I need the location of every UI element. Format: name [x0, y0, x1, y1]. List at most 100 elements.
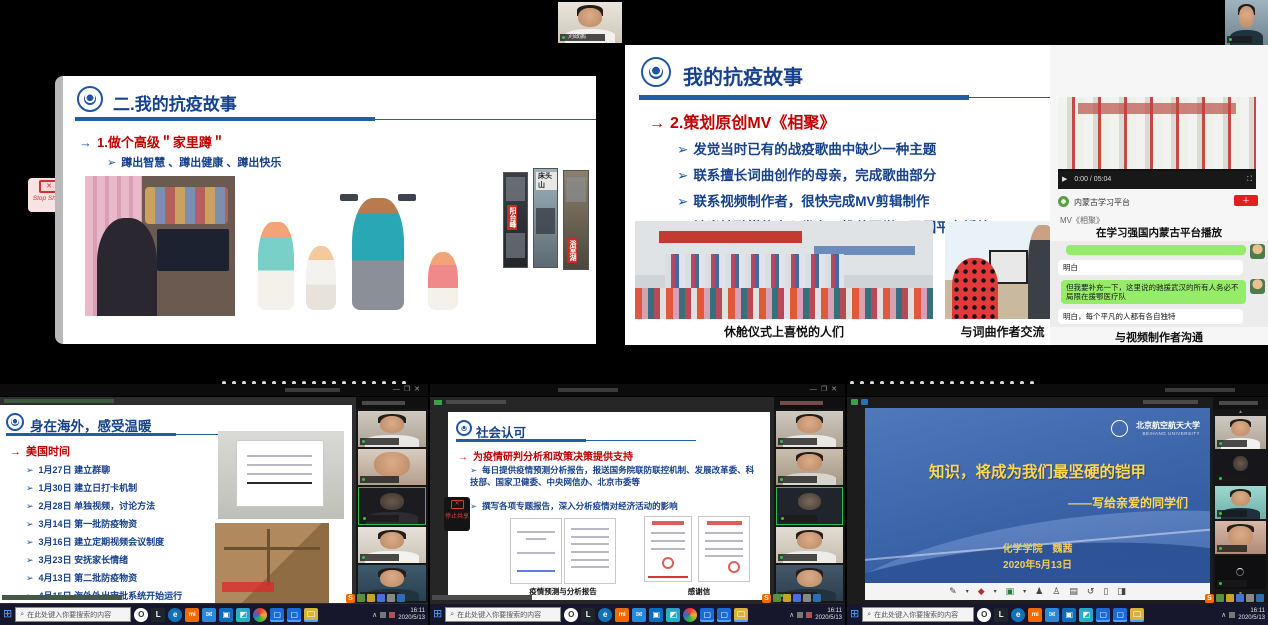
taskbar-clock[interactable]: 16:112020/5/13: [1238, 608, 1265, 622]
ime-tool-icon[interactable]: [1236, 594, 1244, 602]
windows-taskbar[interactable]: ⊞ ⌕在此处键入你要搜索的内容 O L e mi ✉ ▣ ◩ ▢ ▢ 🗀 ∧ 1…: [430, 604, 845, 625]
follow-button[interactable]: ＋: [1234, 195, 1258, 206]
taskbar-icon-colorwheel[interactable]: [683, 608, 697, 622]
taskbar-clock[interactable]: 16:112020/5/13: [815, 608, 842, 622]
fullscreen-icon[interactable]: ⛶: [1247, 171, 1252, 189]
search-input[interactable]: ⌕在此处键入你要搜索的内容: [862, 607, 974, 622]
dropdown-caret-icon[interactable]: ▾: [1023, 588, 1026, 595]
tray-icon[interactable]: [380, 612, 386, 618]
ime-tool-icon[interactable]: [377, 594, 385, 602]
participant-video-active[interactable]: [776, 487, 843, 525]
tray-icon[interactable]: [1229, 612, 1235, 618]
corner-video-thumbnail[interactable]: [1225, 0, 1268, 45]
taskbar-icon-edge[interactable]: e: [598, 608, 612, 622]
taskbar-icon-mi[interactable]: mi: [1028, 608, 1042, 622]
meeting-topbar-icon-green[interactable]: [851, 399, 858, 405]
video-control-bar[interactable]: ▶ 0:00 / 05:04 ⛶: [1058, 171, 1256, 189]
ime-tool-icon[interactable]: [1226, 594, 1234, 602]
taskbar-icon-circle[interactable]: O: [564, 608, 578, 622]
participant-video[interactable]: [1215, 486, 1266, 519]
stamp-icon[interactable]: ♟: [1035, 586, 1043, 597]
wechat-chat-area[interactable]: 明白 但我要补充一下，这里说的驰援武汉的所有人务必不局限在援鄂医疗队 明白，每个…: [1050, 241, 1268, 327]
start-button[interactable]: ⊞: [3, 604, 12, 625]
tray-caret-icon[interactable]: ∧: [1221, 611, 1226, 619]
participant-video[interactable]: [776, 411, 843, 447]
taskbar-app-meeting[interactable]: ▢: [270, 608, 284, 622]
taskbar-icon-photos[interactable]: ◩: [666, 608, 680, 622]
taskbar-app-meeting[interactable]: ▢: [1096, 608, 1110, 622]
sogou-input-toolbar[interactable]: S: [346, 593, 405, 603]
taskbar-icon-photos[interactable]: ◩: [236, 608, 250, 622]
highlighter-icon[interactable]: ◆: [978, 586, 985, 597]
dropdown-caret-icon[interactable]: ▾: [966, 588, 969, 595]
sogou-input-toolbar[interactable]: S: [762, 593, 821, 603]
tray-icon[interactable]: [389, 612, 395, 618]
ime-tool-icon[interactable]: [1256, 594, 1264, 602]
taskbar-icon-store[interactable]: ▣: [1062, 608, 1076, 622]
taskbar-icon-mail[interactable]: ✉: [632, 608, 646, 622]
window-controls[interactable]: —❐✕: [393, 385, 424, 393]
start-button[interactable]: ⊞: [850, 604, 859, 625]
ime-tool-icon[interactable]: [397, 594, 405, 602]
taskbar-icon-mi[interactable]: mi: [185, 608, 199, 622]
taskbar-icon-l[interactable]: L: [994, 608, 1008, 622]
taskbar-icon-edge[interactable]: e: [1011, 608, 1025, 622]
taskbar-icon-store[interactable]: ▣: [219, 608, 233, 622]
taskbar-app-explorer[interactable]: 🗀: [734, 608, 748, 622]
participant-video[interactable]: [776, 449, 843, 485]
participant-video[interactable]: [1215, 556, 1266, 589]
tray-icon[interactable]: [806, 612, 812, 618]
tray-caret-icon[interactable]: ∧: [372, 611, 377, 619]
annotation-toolbar[interactable]: ✎▾ ◆▾ ▣▾ ♟ ♙ ▤ ↺ ▯ ◨: [865, 583, 1210, 600]
pointer-icon[interactable]: ♙: [1052, 586, 1060, 597]
taskbar-clock[interactable]: 16:112020/5/13: [398, 608, 425, 622]
ime-tool-icon[interactable]: [783, 594, 791, 602]
ime-tool-icon[interactable]: [367, 594, 375, 602]
dropdown-caret-icon[interactable]: ▾: [994, 588, 997, 595]
eraser-icon[interactable]: ▤: [1069, 586, 1078, 597]
ime-tool-icon[interactable]: [793, 594, 801, 602]
taskbar-app-ppt[interactable]: ▢: [1113, 608, 1127, 622]
participant-video[interactable]: [358, 527, 426, 563]
presenter-video-thumbnail[interactable]: 刘政鹏: [558, 2, 622, 43]
sogou-icon[interactable]: S: [346, 594, 355, 603]
ime-tool-icon[interactable]: [1216, 594, 1224, 602]
ime-tool-icon[interactable]: [803, 594, 811, 602]
search-input[interactable]: ⌕在此处键入你要搜索的内容: [15, 607, 131, 622]
ime-tool-icon[interactable]: [387, 594, 395, 602]
taskbar-app-ppt[interactable]: ▢: [287, 608, 301, 622]
participant-video[interactable]: [1215, 521, 1266, 554]
tray-caret-icon[interactable]: ∧: [789, 611, 794, 619]
participant-video[interactable]: [1215, 416, 1266, 449]
slides-icon[interactable]: ▯: [1103, 586, 1108, 597]
taskbar-icon-mail[interactable]: ✉: [1045, 608, 1059, 622]
undo-icon[interactable]: ↺: [1087, 586, 1095, 597]
taskbar-icon-mail[interactable]: ✉: [202, 608, 216, 622]
tray-icon[interactable]: [797, 612, 803, 618]
taskbar-app-explorer[interactable]: 🗀: [304, 608, 318, 622]
mv-video-player[interactable]: ▶ 0:00 / 05:04 ⛶: [1058, 97, 1256, 189]
windows-taskbar[interactable]: ⊞ ⌕在此处键入你要搜索的内容 O L e mi ✉ ▣ ◩ ▢ ▢ 🗀 ∧ 1…: [847, 604, 1268, 625]
ime-tool-icon[interactable]: [1246, 594, 1254, 602]
participant-video[interactable]: [776, 527, 843, 563]
scroll-up-icon[interactable]: ▲: [1213, 409, 1268, 415]
ime-tool-icon[interactable]: [813, 594, 821, 602]
participant-video[interactable]: [1215, 451, 1266, 484]
start-button[interactable]: ⊞: [433, 604, 442, 625]
taskbar-app-explorer[interactable]: 🗀: [1130, 608, 1144, 622]
system-tray[interactable]: ∧ 16:112020/5/13: [372, 608, 425, 622]
participant-video[interactable]: [358, 449, 426, 485]
sogou-icon[interactable]: S: [762, 594, 771, 603]
screen-icon[interactable]: ◨: [1117, 586, 1126, 597]
play-icon[interactable]: ▶: [1062, 176, 1067, 183]
ime-tool-icon[interactable]: [773, 594, 781, 602]
participant-video-active[interactable]: [358, 487, 426, 525]
taskbar-icon-store[interactable]: ▣: [649, 608, 663, 622]
taskbar-app-ppt[interactable]: ▢: [717, 608, 731, 622]
ime-tool-icon[interactable]: [357, 594, 365, 602]
system-tray[interactable]: ∧ 16:112020/5/13: [789, 608, 842, 622]
taskbar-icon-l[interactable]: L: [151, 608, 165, 622]
window-controls[interactable]: —❐✕: [810, 385, 841, 393]
pen-icon[interactable]: ✎: [949, 586, 957, 597]
taskbar-icon-circle[interactable]: O: [134, 608, 148, 622]
